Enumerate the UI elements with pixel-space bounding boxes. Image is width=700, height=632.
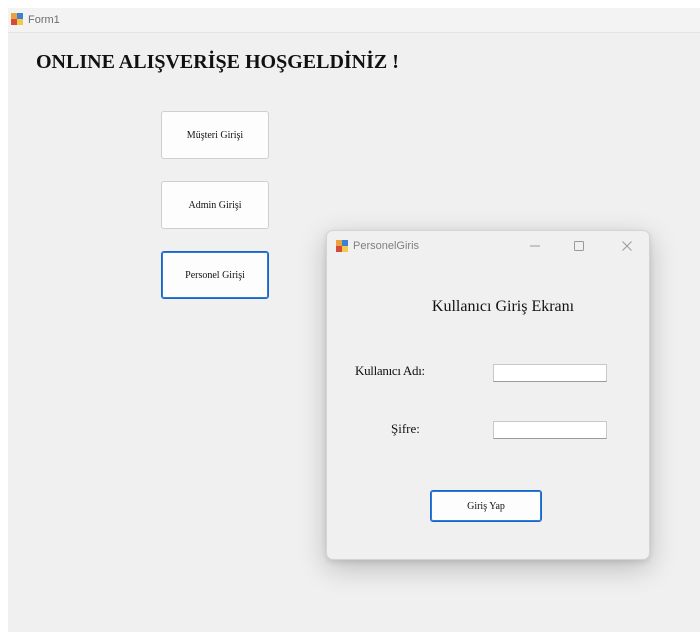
password-label: Şifre: xyxy=(391,421,420,436)
form1-titlebar[interactable]: Form1 xyxy=(8,8,700,33)
personel-giris-dialog: PersonelGiris Kullanıcı Giriş Ekranı Kul… xyxy=(326,230,650,560)
maximize-icon xyxy=(574,241,584,251)
maximize-button[interactable] xyxy=(561,235,597,257)
minimize-button[interactable] xyxy=(517,235,553,257)
customer-login-button[interactable]: Müşteri Girişi xyxy=(161,111,269,159)
winforms-app-icon xyxy=(11,13,23,25)
form1-title: Form1 xyxy=(28,14,60,26)
dialog-title: PersonelGiris xyxy=(353,240,420,252)
winforms-app-icon xyxy=(336,240,348,252)
admin-login-button[interactable]: Admin Girişi xyxy=(161,181,269,229)
dialog-titlebar[interactable]: PersonelGiris xyxy=(327,231,649,261)
close-button[interactable] xyxy=(609,235,645,257)
staff-login-button[interactable]: Personel Girişi xyxy=(161,251,269,299)
username-label: Kullanıcı Adı: xyxy=(355,363,425,378)
login-button[interactable]: Giriş Yap xyxy=(430,490,542,522)
username-input[interactable] xyxy=(493,364,607,382)
minimize-icon xyxy=(530,245,540,247)
welcome-heading: ONLINE ALIŞVERİŞE HOŞGELDİNİZ ! xyxy=(36,51,399,73)
close-icon xyxy=(622,241,632,251)
password-input[interactable] xyxy=(493,421,607,439)
login-screen-heading: Kullanıcı Giriş Ekranı xyxy=(431,298,575,315)
